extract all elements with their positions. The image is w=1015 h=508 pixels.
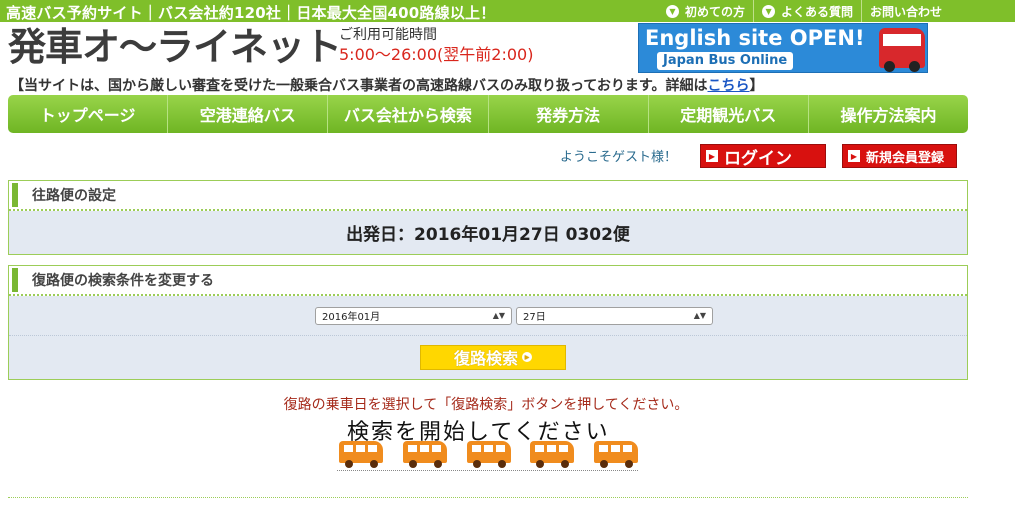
link-first-time-label: 初めての方 bbox=[685, 4, 746, 19]
return-form: 2016年01月 ▲▼ 27日 ▲▼ 復路検索 ▶ bbox=[9, 296, 967, 379]
notice-end: 】 bbox=[749, 78, 764, 94]
outbound-panel-header: 往路便の設定 bbox=[9, 181, 967, 211]
instruction-text: 復路の乗車日を選択して「復路検索」ボタンを押してください。 bbox=[283, 397, 689, 413]
bus-icon bbox=[528, 441, 575, 468]
nav-search-by-company[interactable]: バス会社から検索 bbox=[327, 95, 487, 133]
select-arrows-icon: ▲▼ bbox=[693, 311, 706, 320]
register-button[interactable]: ▶ 新規会員登録 bbox=[842, 144, 957, 168]
bus-icon bbox=[401, 441, 447, 468]
return-panel-header: 復路便の検索条件を変更する bbox=[9, 266, 967, 296]
link-faq[interactable]: ▼ よくある質問 bbox=[753, 0, 861, 22]
notice-details-link[interactable]: こちら bbox=[707, 78, 749, 94]
arrow-right-icon: ▶ bbox=[848, 150, 860, 162]
outbound-summary: 出発日：2016年01月27日 0302便 bbox=[9, 211, 967, 254]
top-strip: 高速バス予約サイト｜バス会社約120社｜日本最大全国400路線以上！ ▼ 初めての… bbox=[0, 0, 1015, 22]
site-logo[interactable]: 発車オ～ライネット bbox=[8, 24, 342, 70]
bus-icon bbox=[337, 441, 383, 468]
hours-value: 5:00〜26:00(翌午前2:00) bbox=[339, 45, 534, 64]
nav-ticketing[interactable]: 発券方法 bbox=[487, 95, 648, 133]
return-search-button[interactable]: 復路検索 ▶ bbox=[420, 344, 566, 370]
welcome-text: ようこそゲスト様！ bbox=[560, 150, 678, 165]
top-links: ▼ 初めての方 ▼ よくある質問 お問い合わせ bbox=[658, 0, 950, 22]
bus-animation bbox=[337, 441, 638, 471]
chevron-down-circle-icon: ▼ bbox=[666, 4, 679, 18]
date-selects: 2016年01月 ▲▼ 27日 ▲▼ bbox=[9, 296, 967, 336]
header-accent-bar bbox=[12, 183, 18, 207]
banner-title: English site OPEN! bbox=[645, 26, 865, 50]
register-label: 新規会員登録 bbox=[866, 150, 945, 166]
site-tagline: 高速バス予約サイト｜バス会社約120社｜日本最大全国400路線以上！ bbox=[6, 4, 496, 22]
nav-top-page[interactable]: トップページ bbox=[8, 95, 167, 133]
select-arrows-icon: ▲▼ bbox=[492, 311, 505, 320]
nav-airport-bus[interactable]: 空港連絡バス bbox=[167, 95, 327, 133]
link-faq-label: よくある質問 bbox=[781, 4, 854, 19]
nav-sightseeing-bus[interactable]: 定期観光バス bbox=[647, 95, 808, 133]
chevron-down-circle-icon: ▼ bbox=[762, 4, 776, 18]
arrow-right-circle-icon: ▶ bbox=[522, 352, 532, 362]
header-accent-bar bbox=[12, 268, 18, 292]
search-row: 復路検索 ▶ bbox=[9, 336, 967, 378]
link-contact-label: お問い合わせ bbox=[870, 4, 943, 19]
login-label: ログイン bbox=[724, 148, 792, 169]
bottom-divider bbox=[8, 497, 968, 498]
return-panel: 復路便の検索条件を変更する 2016年01月 ▲▼ 27日 ▲▼ 復路検索 ▶ bbox=[8, 265, 968, 380]
month-select[interactable]: 2016年01月 ▲▼ bbox=[315, 306, 512, 325]
arrow-right-icon: ▶ bbox=[706, 150, 718, 162]
month-select-value: 2016年01月 bbox=[322, 312, 381, 323]
outbound-panel: 往路便の設定 出発日：2016年01月27日 0302便 bbox=[8, 180, 968, 255]
day-select-value: 27日 bbox=[523, 312, 546, 323]
day-select[interactable]: 27日 ▲▼ bbox=[516, 306, 713, 325]
link-contact[interactable]: お問い合わせ bbox=[861, 0, 950, 22]
bus-icon bbox=[465, 441, 511, 468]
bus-illustration-icon bbox=[879, 28, 925, 72]
login-button[interactable]: ▶ ログイン bbox=[700, 144, 826, 169]
nav-guide[interactable]: 操作方法案内 bbox=[807, 95, 968, 133]
notice-body: 【当サイトは、国から厳しい審査を受けた一般乗合バス事業者の高速路線バスのみ取り扱… bbox=[10, 78, 708, 94]
outbound-title: 往路便の設定 bbox=[32, 188, 116, 204]
return-search-label: 復路検索 bbox=[453, 349, 518, 368]
notice-text: 【当サイトは、国から厳しい審査を受けた一般乗合バス事業者の高速路線バスのみ取り扱… bbox=[10, 75, 763, 95]
bus-icon bbox=[592, 441, 638, 468]
main-nav: トップページ 空港連絡バス バス会社から検索 発券方法 定期観光バス 操作方法案… bbox=[8, 95, 968, 133]
return-title: 復路便の検索条件を変更する bbox=[32, 273, 214, 289]
banner-subtitle: Japan Bus Online bbox=[657, 52, 794, 70]
link-first-time[interactable]: ▼ 初めての方 bbox=[658, 0, 753, 22]
english-site-banner[interactable]: English site OPEN! Japan Bus Online bbox=[638, 23, 928, 73]
